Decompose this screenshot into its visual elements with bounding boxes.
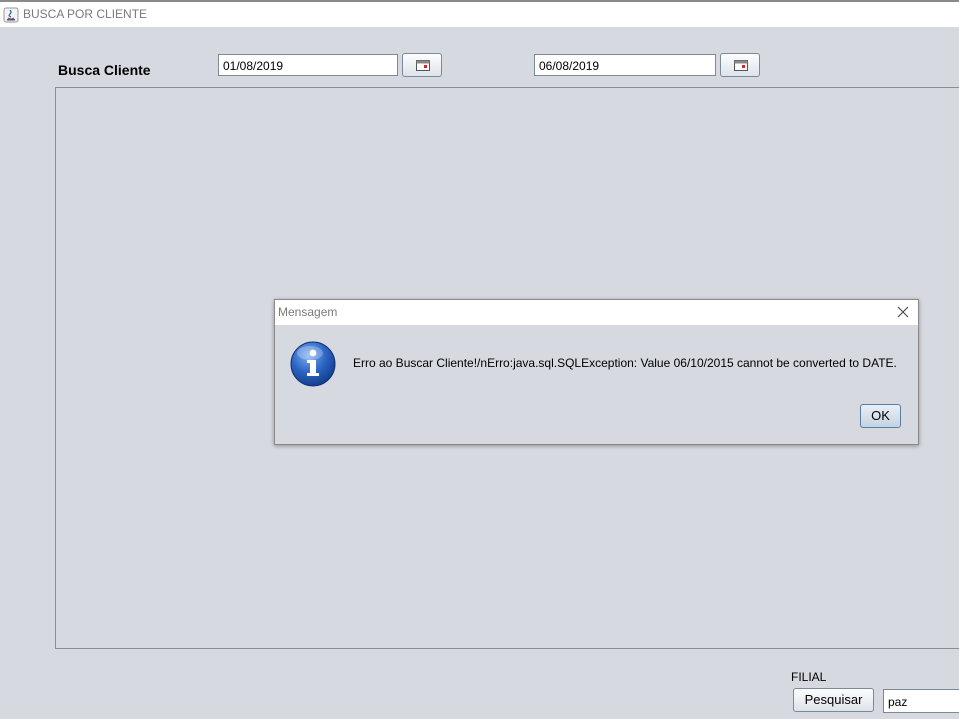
window-titlebar[interactable]: BUSCA POR CLIENTE: [0, 0, 959, 27]
close-icon[interactable]: [896, 305, 910, 319]
filial-input[interactable]: paz: [883, 689, 959, 713]
info-icon: [290, 341, 336, 387]
page-title: Busca Cliente: [58, 62, 151, 78]
java-app-icon: [3, 7, 19, 23]
main-window: BUSCA POR CLIENTE Busca Cliente 01/08/20…: [0, 0, 959, 719]
start-date-field[interactable]: 01/08/2019: [218, 54, 398, 76]
dialog-titlebar[interactable]: Mensagem: [275, 300, 918, 325]
message-dialog: Mensagem Erro ao Buscar Cliente!/nErro:j…: [274, 299, 919, 445]
filial-label: FILIAL: [791, 670, 827, 684]
calendar-icon: [416, 60, 430, 71]
start-date-calendar-button[interactable]: [402, 53, 442, 77]
dialog-title: Mensagem: [278, 305, 338, 319]
end-date-calendar-button[interactable]: [720, 53, 760, 77]
calendar-icon: [734, 60, 748, 71]
search-button[interactable]: Pesquisar: [793, 688, 874, 712]
dialog-message: Erro ao Buscar Cliente!/nErro:java.sql.S…: [353, 356, 897, 370]
ok-button[interactable]: OK: [860, 404, 901, 428]
end-date-field[interactable]: 06/08/2019: [534, 54, 716, 76]
window-title: BUSCA POR CLIENTE: [23, 7, 148, 21]
